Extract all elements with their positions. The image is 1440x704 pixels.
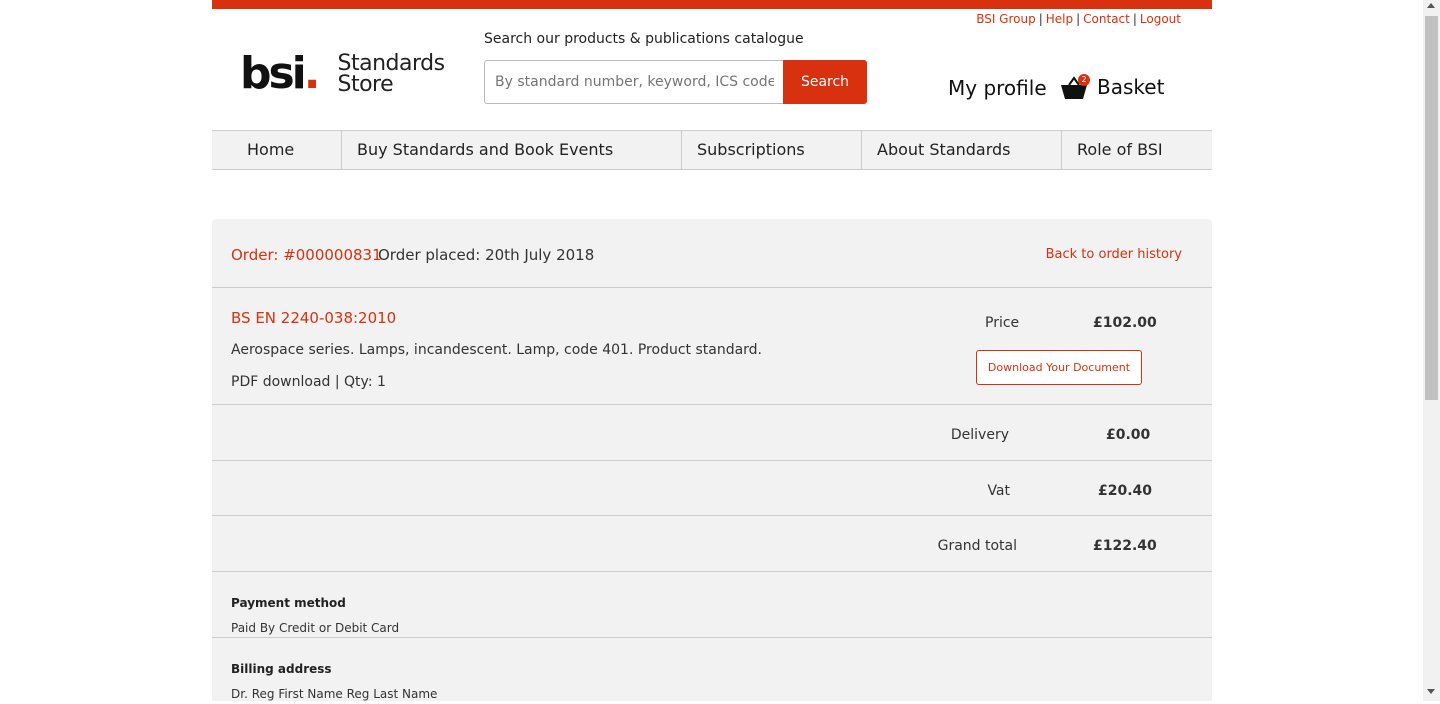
logout-link[interactable]: Logout bbox=[1140, 12, 1181, 26]
search-label: Search our products & publications catal… bbox=[484, 31, 804, 47]
grand-total-value: £122.40 bbox=[1093, 538, 1157, 554]
order-placed-date: Order placed: 20th July 2018 bbox=[378, 246, 595, 264]
nav-item-home[interactable]: Home bbox=[212, 131, 342, 169]
basket-count-badge: 2 bbox=[1078, 74, 1090, 86]
item-description: Aerospace series. Lamps, incandescent. L… bbox=[231, 342, 763, 358]
bsi-logo[interactable]: bsi. Standards Store bbox=[240, 52, 445, 96]
vat-row: Vat £20.40 bbox=[212, 461, 1212, 516]
delivery-value: £0.00 bbox=[1106, 427, 1151, 443]
payment-method-section: Payment method Paid By Credit or Debit C… bbox=[212, 572, 1212, 638]
download-document-button[interactable]: Download Your Document bbox=[976, 350, 1142, 385]
payment-method-title: Payment method bbox=[231, 596, 346, 610]
scrollbar-thumb[interactable] bbox=[1425, 16, 1438, 400]
order-header: Order: #000000831 Order placed: 20th Jul… bbox=[212, 219, 1212, 288]
nav-item-subscriptions[interactable]: Subscriptions bbox=[682, 131, 862, 169]
scroll-down-arrow-icon[interactable] bbox=[1427, 689, 1435, 694]
item-format-quantity: PDF download | Qty: 1 bbox=[231, 374, 386, 390]
brand-top-bar bbox=[212, 0, 1212, 9]
delivery-label: Delivery bbox=[950, 427, 1009, 443]
grand-total-row: Grand total £122.40 bbox=[212, 516, 1212, 572]
grand-total-label: Grand total bbox=[937, 538, 1017, 554]
nav-item-role-of-bsi[interactable]: Role of BSI bbox=[1062, 131, 1212, 169]
vertical-scrollbar[interactable] bbox=[1423, 0, 1440, 701]
billing-address-title: Billing address bbox=[231, 662, 332, 676]
vat-value: £20.40 bbox=[1098, 483, 1153, 499]
nav-item-buy-standards[interactable]: Buy Standards and Book Events bbox=[342, 131, 682, 169]
order-number: Order: #000000831 bbox=[231, 246, 382, 264]
basket-icon: 2 bbox=[1060, 74, 1090, 100]
billing-address-section: Billing address Dr. Reg First Name Reg L… bbox=[212, 638, 1212, 704]
price-value: £102.00 bbox=[1093, 315, 1157, 331]
contact-link[interactable]: Contact bbox=[1083, 12, 1130, 26]
delivery-row: Delivery £0.00 bbox=[212, 405, 1212, 461]
bsi-group-link[interactable]: BSI Group bbox=[976, 12, 1036, 26]
logo-dot: . bbox=[303, 48, 321, 99]
basket-label: Basket bbox=[1097, 75, 1165, 99]
price-label: Price bbox=[985, 315, 1020, 331]
my-profile-link[interactable]: My profile bbox=[948, 76, 1047, 100]
search-input[interactable] bbox=[484, 60, 784, 104]
logo-store-text: Standards Store bbox=[337, 51, 446, 97]
help-link[interactable]: Help bbox=[1046, 12, 1073, 26]
basket-link[interactable]: 2 Basket bbox=[1060, 74, 1164, 100]
billing-address-name: Dr. Reg First Name Reg Last Name bbox=[231, 687, 438, 701]
item-code-link[interactable]: BS EN 2240-038:2010 bbox=[231, 309, 396, 327]
back-to-order-history-link[interactable]: Back to order history bbox=[1046, 247, 1182, 262]
utility-links: BSI Group | Help | Contact | Logout bbox=[976, 12, 1181, 26]
nav-item-about-standards[interactable]: About Standards bbox=[862, 131, 1062, 169]
order-detail-panel: Order: #000000831 Order placed: 20th Jul… bbox=[212, 219, 1212, 701]
logo-wordmark: bsi bbox=[240, 48, 307, 99]
scroll-up-arrow-icon[interactable] bbox=[1427, 3, 1435, 8]
vat-label: Vat bbox=[987, 483, 1010, 499]
main-nav: Home Buy Standards and Book Events Subsc… bbox=[212, 130, 1212, 170]
payment-method-text: Paid By Credit or Debit Card bbox=[231, 621, 400, 635]
order-line-item: BS EN 2240-038:2010 Aerospace series. La… bbox=[212, 288, 1212, 405]
search-button[interactable]: Search bbox=[783, 60, 867, 104]
